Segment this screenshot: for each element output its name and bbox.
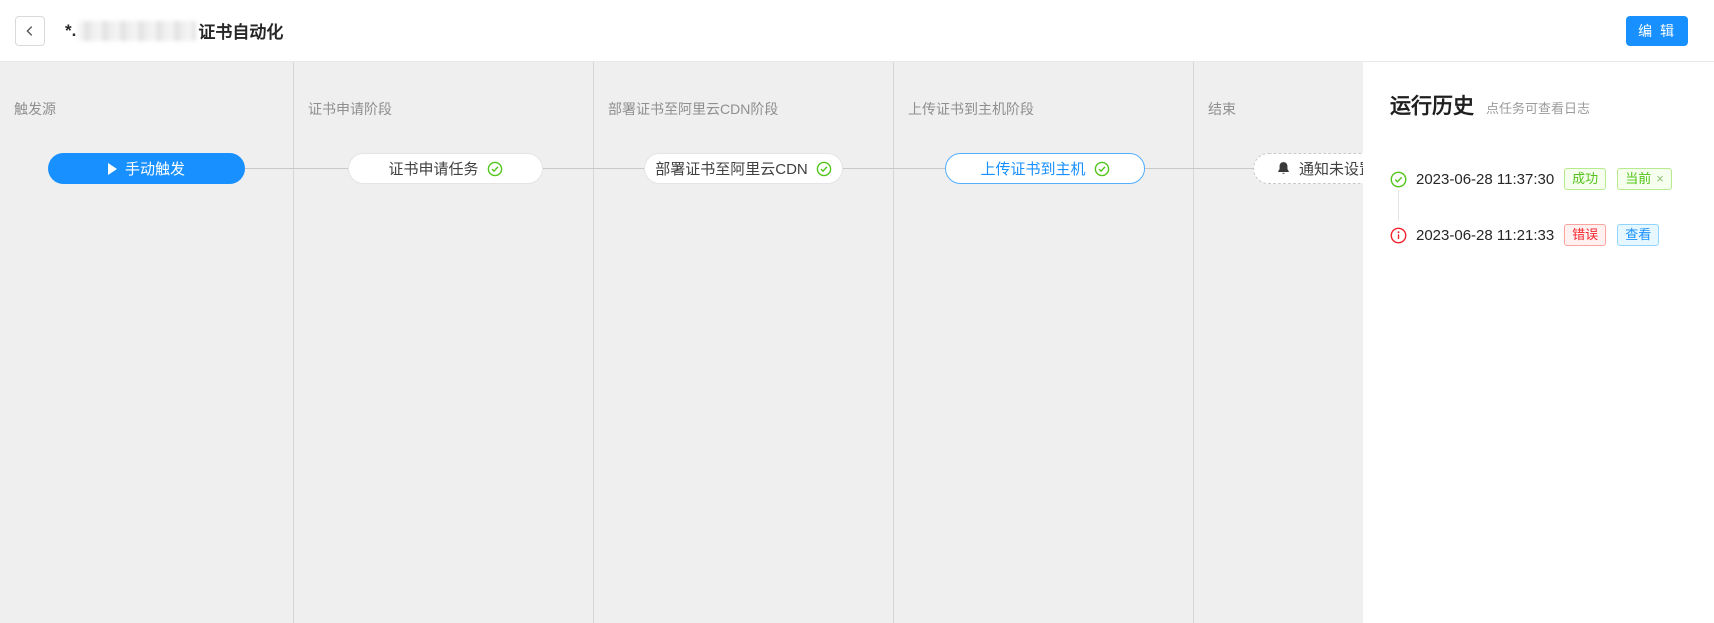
close-icon[interactable]: ×: [1656, 169, 1664, 189]
info-circle-icon: [1390, 227, 1407, 244]
stage-column-upload-host: 上传证书到主机阶段: [894, 62, 1194, 623]
run-history-row[interactable]: 2023-06-28 11:21:33 错误 查看: [1390, 223, 1694, 247]
check-circle-icon: [816, 161, 832, 177]
page-header: *. 证书自动化 编 辑: [0, 0, 1714, 62]
stage-column-cert-request: 证书申请阶段: [294, 62, 594, 623]
task-node-deploy-cdn-label: 部署证书至阿里云CDN: [655, 158, 808, 179]
bell-icon: [1276, 161, 1291, 176]
check-circle-icon: [1390, 171, 1407, 188]
task-node-upload-host[interactable]: 上传证书到主机: [945, 153, 1145, 184]
pipeline-board: 触发源 证书申请阶段 部署证书至阿里云CDN阶段 上传证书到主机阶段 结束 手动…: [0, 62, 1363, 623]
page-title-prefix: *.: [65, 21, 76, 41]
run-history-panel: 运行历史 点任务可查看日志 2023-06-28 11:37:30 成功 当前 …: [1363, 62, 1714, 623]
run-history-row[interactable]: 2023-06-28 11:37:30 成功 当前 ×: [1390, 167, 1694, 191]
manual-trigger-button[interactable]: 手动触发: [48, 153, 245, 184]
stage-label-upload-host: 上传证书到主机阶段: [894, 62, 1193, 119]
play-icon: [108, 163, 117, 175]
status-badge-error: 错误: [1564, 224, 1606, 246]
stage-label-end: 结束: [1194, 62, 1363, 119]
check-circle-icon: [487, 161, 503, 177]
timeline-connector: [1398, 190, 1399, 221]
run-history-header: 运行历史 点任务可查看日志: [1390, 90, 1694, 120]
task-node-notify[interactable]: 通知未设置: [1253, 153, 1363, 184]
stage-column-trigger: 触发源: [0, 62, 294, 623]
stage-label-cert-request: 证书申请阶段: [294, 62, 593, 119]
run-history-timeline: 2023-06-28 11:37:30 成功 当前 × 2023-06-28 1…: [1390, 167, 1694, 247]
status-badge-success: 成功: [1564, 168, 1606, 190]
task-node-upload-host-label: 上传证书到主机: [980, 158, 1085, 179]
run-history-title: 运行历史: [1390, 90, 1474, 120]
run-history-subtitle: 点任务可查看日志: [1486, 98, 1590, 117]
task-node-deploy-cdn[interactable]: 部署证书至阿里云CDN: [644, 153, 843, 184]
stage-column-end: 结束: [1194, 62, 1363, 623]
redacted-domain: [78, 21, 196, 41]
manual-trigger-label: 手动触发: [125, 158, 185, 179]
edit-button[interactable]: 编 辑: [1626, 16, 1688, 46]
chevron-left-icon: [23, 24, 37, 38]
current-run-tag: 当前 ×: [1617, 168, 1672, 190]
task-node-cert-request-label: 证书申请任务: [388, 158, 478, 179]
view-log-button[interactable]: 查看: [1617, 224, 1659, 246]
task-node-cert-request[interactable]: 证书申请任务: [348, 153, 543, 184]
page-title-suffix: 证书自动化: [198, 18, 283, 43]
main-area: 触发源 证书申请阶段 部署证书至阿里云CDN阶段 上传证书到主机阶段 结束 手动…: [0, 62, 1714, 623]
connector-line: [843, 168, 945, 169]
task-node-notify-label: 通知未设置: [1299, 158, 1363, 179]
check-circle-icon: [1094, 161, 1110, 177]
back-button[interactable]: [15, 16, 45, 46]
stage-label-deploy-cdn: 部署证书至阿里云CDN阶段: [594, 62, 893, 119]
stage-column-deploy-cdn: 部署证书至阿里云CDN阶段: [594, 62, 894, 623]
stage-label-trigger: 触发源: [0, 62, 293, 119]
run-timestamp: 2023-06-28 11:37:30: [1416, 171, 1554, 188]
connector-line: [245, 168, 348, 169]
connector-line: [543, 168, 644, 169]
page-title: *. 证书自动化: [65, 18, 283, 43]
run-timestamp: 2023-06-28 11:21:33: [1416, 227, 1554, 244]
connector-line: [1145, 168, 1253, 169]
current-run-tag-label: 当前: [1625, 169, 1651, 189]
